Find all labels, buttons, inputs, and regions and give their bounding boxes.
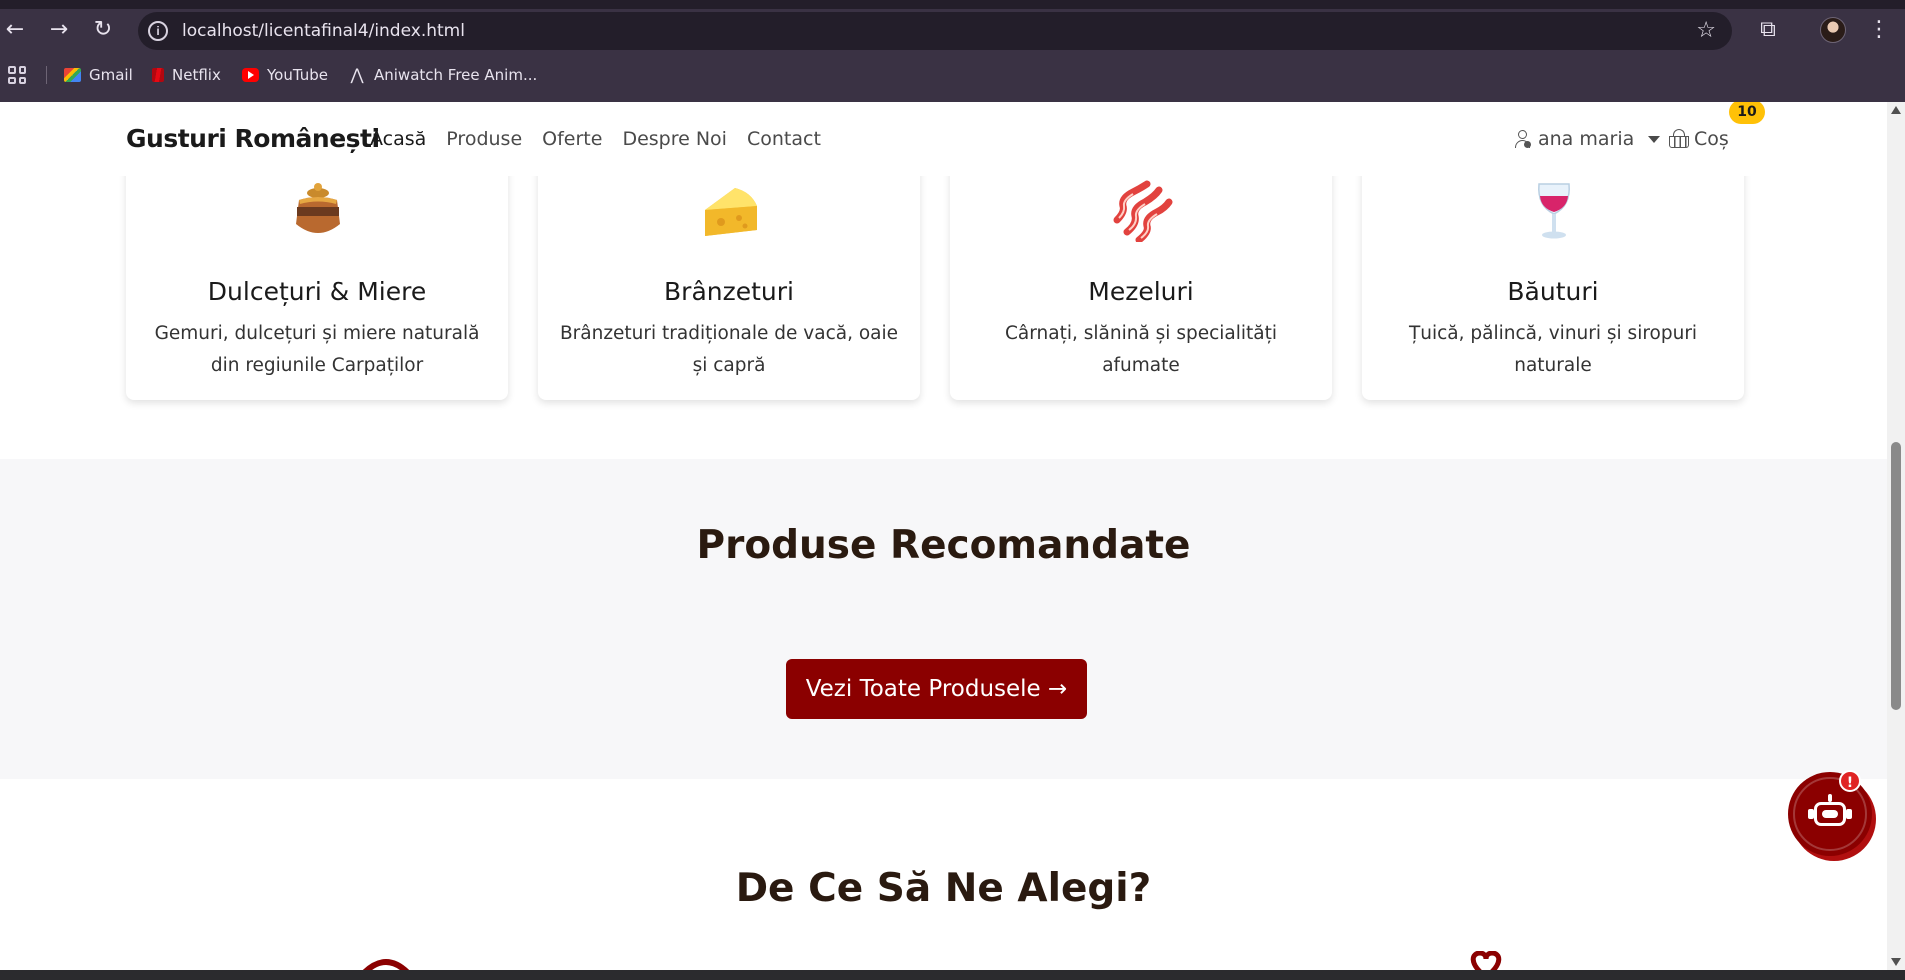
nav-link-offers[interactable]: Oferte: [542, 126, 602, 152]
bookmark-star-icon[interactable]: ☆: [1696, 17, 1716, 45]
tab-strip: [0, 0, 1905, 9]
user-icon: [1514, 129, 1532, 149]
page-viewport: Gusturi Românești Acasă Produse Oferte D…: [0, 102, 1887, 970]
why-us-section: De Ce Să Ne Alegi?: [0, 779, 1887, 970]
profile-avatar[interactable]: [1820, 17, 1846, 43]
apps-grid-icon[interactable]: [8, 66, 26, 84]
window-bottom-edge: [0, 970, 1905, 980]
address-bar[interactable]: i localhost/licentafinal4/index.html ☆: [138, 12, 1732, 50]
cart-count-badge: 10: [1729, 102, 1765, 124]
bookmark-aniwatch[interactable]: ⋀ Aniwatch Free Anim...: [348, 64, 537, 86]
category-title: Dulcețuri & Miere: [207, 277, 427, 306]
aniwatch-icon: ⋀: [350, 65, 364, 84]
back-icon[interactable]: ←: [0, 15, 30, 45]
heart-icon: [1470, 951, 1502, 970]
nav-link-contact[interactable]: Contact: [747, 126, 821, 152]
basket-icon: [1668, 129, 1690, 149]
gmail-icon: [64, 68, 81, 82]
section-title: Produse Recomandate: [696, 523, 1191, 568]
netflix-icon: [152, 68, 164, 82]
user-menu-dropdown[interactable]: ana maria: [1514, 126, 1661, 152]
bookmarks-bar: Gmail Netflix YouTube ⋀ Aniwatch Free An…: [0, 60, 1905, 90]
honey-pot-icon: [296, 183, 340, 233]
category-description: Cârnați, slănină și specialități afumate: [1004, 323, 1277, 376]
bookmarks-divider: [46, 66, 47, 84]
site-navbar: Gusturi Românești Acasă Produse Oferte D…: [0, 102, 1887, 176]
bookmark-label: Aniwatch Free Anim...: [374, 66, 538, 84]
category-description: Țuică, pălincă, vinuri și siropuri natur…: [1408, 323, 1698, 376]
forward-icon[interactable]: →: [44, 15, 74, 45]
site-info-icon[interactable]: i: [148, 21, 168, 41]
chatbot-notification-badge: !: [1839, 770, 1861, 792]
scroll-up-icon[interactable]: [1891, 106, 1901, 114]
reload-icon[interactable]: ↻: [88, 15, 118, 45]
url-text[interactable]: localhost/licentafinal4/index.html: [182, 21, 465, 41]
cart-button[interactable]: Coș: [1668, 126, 1729, 152]
shield-icon: [362, 959, 410, 970]
youtube-icon: [242, 68, 259, 82]
view-all-products-button[interactable]: Vezi Toate Produsele →: [786, 659, 1087, 719]
nav-link-home[interactable]: Acasă: [370, 126, 426, 152]
scroll-down-icon[interactable]: [1891, 958, 1901, 966]
nav-links: Acasă Produse Oferte Despre Noi Contact: [370, 126, 821, 152]
category-description: Brânzeturi tradiționale de vacă, oaie și…: [559, 323, 899, 376]
wine-glass-icon: [1538, 183, 1570, 239]
bacon-icon: [1113, 180, 1173, 242]
cheese-icon: [705, 188, 757, 236]
category-title: Brânzeturi: [664, 277, 794, 306]
chatbot-antenna: [1828, 794, 1832, 802]
chevron-down-icon: [1648, 135, 1661, 143]
page-scrollbar[interactable]: [1887, 102, 1905, 970]
scrollbar-thumb[interactable]: [1891, 442, 1901, 710]
bookmark-label: Netflix: [172, 66, 221, 84]
bookmark-label: Gmail: [89, 66, 133, 84]
category-description: Gemuri, dulcețuri și miere naturală din …: [154, 323, 480, 376]
nav-link-products[interactable]: Produse: [446, 126, 522, 152]
brand-logo[interactable]: Gusturi Românești: [126, 124, 380, 154]
bookmark-netflix[interactable]: Netflix: [152, 64, 221, 86]
bookmark-youtube[interactable]: YouTube: [242, 64, 328, 86]
category-title: Băuturi: [1507, 277, 1599, 306]
browser-chrome: ← → ↻ i localhost/licentafinal4/index.ht…: [0, 0, 1905, 102]
robot-icon: [1814, 802, 1846, 826]
category-cards: Dulcețuri & Miere Gemuri, dulcețuri și m…: [126, 122, 1748, 502]
browser-menu-icon[interactable]: ⋮: [1868, 15, 1890, 45]
extensions-icon[interactable]: ⧉: [1754, 16, 1782, 44]
nav-link-about[interactable]: Despre Noi: [622, 126, 727, 152]
section-title: De Ce Să Ne Alegi?: [735, 866, 1152, 911]
recommended-section: Produse Recomandate Vezi Toate Produsele…: [0, 459, 1887, 779]
bookmark-gmail[interactable]: Gmail: [64, 64, 133, 86]
category-title: Mezeluri: [1088, 277, 1194, 306]
bookmark-label: YouTube: [267, 66, 328, 84]
user-name: ana maria: [1538, 128, 1635, 150]
chatbot-ear: [1846, 809, 1852, 819]
cart-label: Coș: [1694, 128, 1729, 150]
